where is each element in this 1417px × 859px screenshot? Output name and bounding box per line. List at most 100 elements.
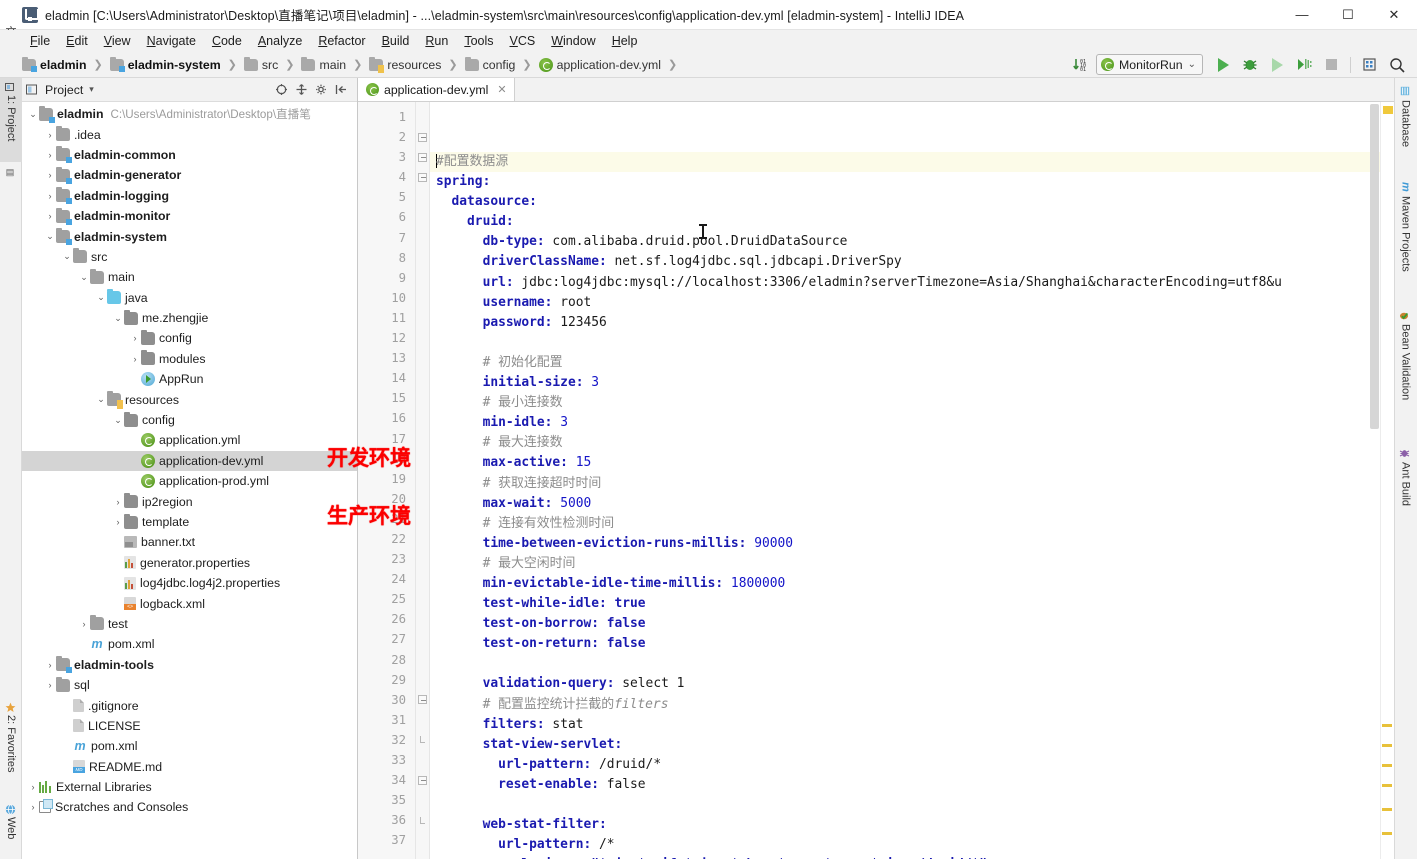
tree-node--gitignore[interactable]: .gitignore bbox=[22, 695, 357, 715]
warning-marker[interactable] bbox=[1382, 784, 1392, 787]
sidebar-item-favorites[interactable]: 2: Favorites bbox=[0, 698, 22, 796]
tree-node-log4jdbc-log4j2-properties[interactable]: log4jdbc.log4j2.properties bbox=[22, 573, 357, 593]
warning-marker[interactable] bbox=[1382, 744, 1392, 747]
menu-item-file[interactable]: File bbox=[22, 32, 58, 50]
menu-item-tools[interactable]: Tools bbox=[456, 32, 501, 50]
tree-node-readme-md[interactable]: MD README.md bbox=[22, 757, 357, 777]
chevron-right-icon[interactable]: › bbox=[112, 517, 124, 527]
tree-node-config[interactable]: ⌄ config bbox=[22, 410, 357, 430]
breadcrumb-item-main[interactable]: main ❯ bbox=[301, 56, 369, 72]
chevron-down-icon[interactable]: ▾ bbox=[89, 84, 94, 95]
chevron-down-icon[interactable]: ⌄ bbox=[61, 251, 73, 262]
minimize-button[interactable]: — bbox=[1279, 0, 1325, 30]
chevron-right-icon[interactable]: › bbox=[44, 660, 56, 670]
chevron-down-icon[interactable]: ⌄ bbox=[78, 272, 90, 283]
scroll-from-source-icon[interactable] bbox=[274, 82, 289, 97]
profile-button[interactable] bbox=[1292, 54, 1316, 76]
sidebar-item-web[interactable]: Web bbox=[0, 800, 22, 858]
menu-item-window[interactable]: Window bbox=[543, 32, 603, 50]
tree-node-ip2region[interactable]: › ip2region bbox=[22, 491, 357, 511]
structure-marker-icon[interactable]: ▤ bbox=[0, 164, 22, 184]
database-icon[interactable] bbox=[1358, 54, 1382, 76]
sidebar-item-project[interactable]: 1: Project bbox=[0, 78, 22, 162]
menu-item-help[interactable]: Help bbox=[604, 32, 646, 50]
gear-icon[interactable] bbox=[314, 82, 329, 97]
chevron-right-icon[interactable]: › bbox=[27, 802, 39, 812]
breadcrumb-item-config[interactable]: config ❯ bbox=[464, 56, 539, 72]
fold-marker-icon[interactable] bbox=[416, 770, 429, 790]
menu-item-analyze[interactable]: Analyze bbox=[250, 32, 310, 50]
tree-node-license[interactable]: LICENSE bbox=[22, 716, 357, 736]
menu-item-vcs[interactable]: VCS bbox=[502, 32, 544, 50]
chevron-right-icon[interactable]: › bbox=[78, 619, 90, 629]
tree-node-eladmin-logging[interactable]: › eladmin-logging bbox=[22, 186, 357, 206]
fold-marker-icon[interactable] bbox=[416, 810, 429, 830]
tree-node-test[interactable]: › test bbox=[22, 614, 357, 634]
run-button[interactable] bbox=[1211, 54, 1235, 76]
chevron-right-icon[interactable]: › bbox=[112, 497, 124, 507]
tree-node-eladmin-tools[interactable]: › eladmin-tools bbox=[22, 655, 357, 675]
tree-node-main[interactable]: ⌄ main bbox=[22, 267, 357, 287]
tree-node--idea[interactable]: › .idea bbox=[22, 124, 357, 144]
tree-node-java[interactable]: ⌄ java bbox=[22, 288, 357, 308]
fold-marker-icon[interactable] bbox=[416, 147, 429, 167]
tree-node-eladmin-common[interactable]: › eladmin-common bbox=[22, 145, 357, 165]
debug-button[interactable] bbox=[1238, 54, 1262, 76]
tree-node-resources[interactable]: ⌄ resources bbox=[22, 389, 357, 410]
warning-marker[interactable] bbox=[1382, 764, 1392, 767]
maximize-button[interactable]: ☐ bbox=[1325, 0, 1371, 30]
menu-item-navigate[interactable]: Navigate bbox=[139, 32, 204, 50]
tree-node-scratches-and-consoles[interactable]: › Scratches and Consoles bbox=[22, 797, 357, 817]
warning-marker[interactable] bbox=[1383, 106, 1393, 114]
warning-marker[interactable] bbox=[1382, 724, 1392, 727]
tree-node-template[interactable]: › template bbox=[22, 512, 357, 532]
breadcrumb-item-src[interactable]: src ❯ bbox=[243, 56, 302, 72]
chevron-down-icon[interactable]: ⌄ bbox=[95, 394, 107, 405]
menu-item-view[interactable]: View bbox=[96, 32, 139, 50]
menu-item-code[interactable]: Code bbox=[204, 32, 250, 50]
chevron-right-icon[interactable]: › bbox=[44, 170, 56, 180]
chevron-right-icon[interactable]: › bbox=[129, 333, 141, 343]
run-with-coverage-button[interactable] bbox=[1265, 54, 1289, 76]
tree-node-sql[interactable]: › sql bbox=[22, 675, 357, 695]
close-tab-icon[interactable]: ✕ bbox=[497, 83, 506, 96]
run-configuration-selector[interactable]: MonitorRun ⌄ bbox=[1096, 54, 1203, 75]
chevron-right-icon[interactable]: › bbox=[44, 680, 56, 690]
warning-marker[interactable] bbox=[1382, 808, 1392, 811]
sidebar-item-bean-validation[interactable]: Bean Validation bbox=[1394, 306, 1417, 438]
fold-marker-icon[interactable] bbox=[416, 690, 429, 710]
breadcrumb-item-application-dev-yml[interactable]: application-dev.yml ❯ bbox=[538, 57, 685, 72]
tree-node-config[interactable]: › config bbox=[22, 328, 357, 348]
chevron-right-icon[interactable]: › bbox=[129, 354, 141, 364]
fold-marker-icon[interactable] bbox=[416, 730, 429, 750]
tree-node-eladmin-generator[interactable]: › eladmin-generator bbox=[22, 165, 357, 185]
tree-node-modules[interactable]: › modules bbox=[22, 349, 357, 369]
code-folding-gutter[interactable] bbox=[416, 102, 430, 859]
tree-node-banner-txt[interactable]: banner.txt bbox=[22, 532, 357, 552]
tree-node-eladmin-system[interactable]: ⌄ eladmin-system bbox=[22, 226, 357, 246]
code-text-area[interactable]: #配置数据源 spring: datasource: druid: db-type… bbox=[430, 102, 1394, 859]
menu-item-run[interactable]: Run bbox=[417, 32, 456, 50]
menu-item-build[interactable]: Build bbox=[374, 32, 418, 50]
chevron-down-icon[interactable]: ⌄ bbox=[44, 231, 56, 242]
close-button[interactable]: ✕ bbox=[1371, 0, 1417, 30]
chevron-right-icon[interactable]: › bbox=[27, 782, 39, 792]
tree-node-me-zhengjie[interactable]: ⌄ me.zhengjie bbox=[22, 308, 357, 328]
tree-node-external-libraries[interactable]: › External Libraries bbox=[22, 777, 357, 797]
chevron-down-icon[interactable]: ⌄ bbox=[112, 313, 124, 324]
chevron-right-icon[interactable]: › bbox=[44, 211, 56, 221]
tree-node-application-prod-yml[interactable]: application-prod.yml bbox=[22, 471, 357, 491]
tab-application-dev-yml[interactable]: application-dev.yml ✕ bbox=[358, 78, 515, 101]
sidebar-item-ant-build[interactable]: Ant Build bbox=[1394, 444, 1417, 530]
tree-node-application-yml[interactable]: application.yml bbox=[22, 430, 357, 450]
tree-node-eladmin-monitor[interactable]: › eladmin-monitor bbox=[22, 206, 357, 226]
breadcrumb-item-eladmin-system[interactable]: eladmin-system ❯ bbox=[109, 56, 244, 72]
sidebar-item-maven-projects[interactable]: m Maven Projects bbox=[1394, 178, 1417, 300]
breadcrumb-item-eladmin[interactable]: eladmin ❯ bbox=[22, 56, 110, 72]
menu-item-edit[interactable]: Edit bbox=[58, 32, 96, 50]
tree-node-pom-xml[interactable]: m pom.xml bbox=[22, 736, 357, 756]
search-icon[interactable] bbox=[1385, 54, 1409, 76]
chevron-right-icon[interactable]: › bbox=[44, 150, 56, 160]
chevron-right-icon[interactable]: › bbox=[44, 130, 56, 140]
chevron-down-icon[interactable]: ⌄ bbox=[95, 292, 107, 303]
